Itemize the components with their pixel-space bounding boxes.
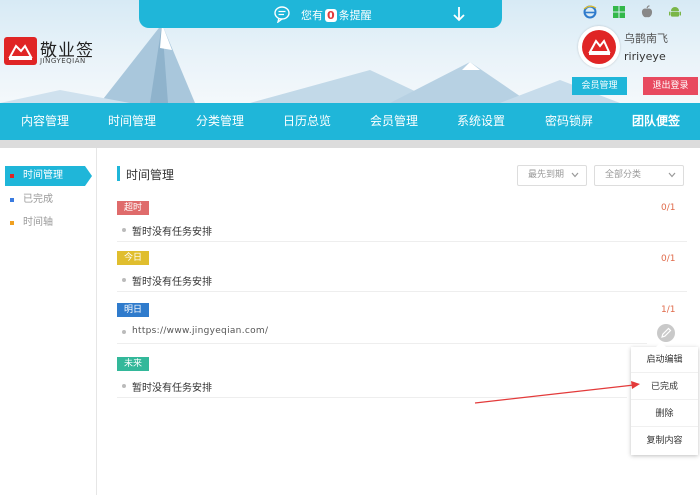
category-select-value: 全部分类 (605, 170, 642, 180)
menu-item-delete[interactable]: 删除 (631, 401, 698, 427)
bullet (122, 278, 126, 282)
menu-item-edit[interactable]: 启动编辑 (631, 347, 698, 373)
group-ratio: 1/1 (661, 305, 676, 315)
page-title: 时间管理 (126, 168, 175, 182)
arrow-down-icon[interactable] (450, 5, 468, 23)
avatar[interactable] (578, 26, 620, 68)
nav-content[interactable]: 内容管理 (21, 103, 69, 140)
nav-divider (0, 140, 700, 148)
notice-bar[interactable]: 您有 0 条提醒 (139, 0, 502, 28)
notice-count: 0 (325, 9, 337, 22)
brand-name-en: JINGYEQIAN (40, 57, 86, 65)
list-item-text: 暂时没有任务安排 (132, 277, 212, 288)
edit-button[interactable] (657, 324, 675, 342)
bullet (122, 330, 126, 334)
group-tag-overdue: 超时 (117, 201, 149, 215)
group-ratio: 0/1 (661, 203, 676, 213)
sidebar-item-time[interactable]: 时间管理 (5, 166, 92, 186)
logo-icon (8, 44, 33, 60)
header: 您有 0 条提醒 敬业签 JINGYEQIAN 乌鹊南飞 ririyeye 会员… (0, 0, 700, 103)
group-tag-future: 未来 (117, 357, 149, 371)
sidebar-item-done[interactable]: 已完成 (5, 190, 87, 210)
bullet (122, 384, 126, 388)
content-area: 时间管理 已完成 时间轴 时间管理 最先到期 全部分类 超时 0/1 暂时没有任… (0, 148, 700, 495)
sort-select[interactable]: 最先到期 (517, 165, 587, 186)
sidebar-dot (10, 221, 14, 225)
chevron-down-icon (668, 172, 676, 178)
list-item: 暂时没有任务安排 (117, 268, 687, 292)
category-select[interactable]: 全部分类 (594, 165, 684, 186)
notice-text: 您有 0 条提醒 (301, 9, 372, 22)
member-management-button[interactable]: 会员管理 (572, 77, 627, 95)
sidebar-item-label: 时间管理 (23, 170, 63, 181)
nav-team[interactable]: 团队便签 (632, 103, 680, 140)
menu-item-complete[interactable]: 已完成 (631, 374, 698, 400)
logo (4, 37, 37, 65)
nav-settings[interactable]: 系统设置 (457, 103, 505, 140)
sidebar: 时间管理 已完成 时间轴 (0, 148, 97, 495)
pencil-icon (661, 327, 672, 338)
main-nav: 内容管理 时间管理 分类管理 日历总览 会员管理 系统设置 密码锁屏 团队便签 (0, 103, 700, 140)
sidebar-dot (10, 174, 14, 178)
list-item-text: https://www.jingyeqian.com/ (132, 326, 269, 336)
android-icon[interactable] (668, 5, 682, 19)
sidebar-item-label: 已完成 (23, 194, 53, 205)
sort-select-value: 最先到期 (528, 170, 565, 180)
nav-time[interactable]: 时间管理 (108, 103, 156, 140)
list-item-text: 暂时没有任务安排 (132, 383, 212, 394)
ie-icon[interactable] (583, 5, 597, 19)
sidebar-item-label: 时间轴 (23, 217, 53, 228)
nav-lock[interactable]: 密码锁屏 (545, 103, 593, 140)
chat-bubble-icon (274, 6, 290, 23)
group-tag-tomorrow: 明日 (117, 303, 149, 317)
menu-item-copy[interactable]: 复制内容 (631, 428, 698, 454)
list-item[interactable]: https://www.jingyeqian.com/ (117, 320, 647, 344)
nav-member[interactable]: 会员管理 (370, 103, 418, 140)
title-accent (117, 166, 120, 181)
windows-icon[interactable] (612, 5, 626, 19)
chevron-down-icon (571, 172, 579, 178)
apple-icon[interactable] (640, 5, 654, 19)
sidebar-dot (10, 198, 14, 202)
list-item: 暂时没有任务安排 (117, 374, 627, 398)
user-username: ririyeye (624, 50, 666, 63)
bullet (122, 228, 126, 232)
group-tag-today: 今日 (117, 251, 149, 265)
nav-category[interactable]: 分类管理 (196, 103, 244, 140)
sidebar-item-timeline[interactable]: 时间轴 (5, 213, 87, 233)
list-item: 暂时没有任务安排 (117, 218, 687, 242)
list-item-text: 暂时没有任务安排 (132, 227, 212, 238)
context-menu: 启动编辑 已完成 删除 复制内容 (631, 342, 698, 455)
logout-button[interactable]: 退出登录 (643, 77, 698, 95)
nav-calendar[interactable]: 日历总览 (283, 103, 331, 140)
group-ratio: 0/1 (661, 254, 676, 264)
avatar-logo-icon (588, 39, 611, 55)
user-nickname: 乌鹊南飞 (624, 32, 668, 45)
